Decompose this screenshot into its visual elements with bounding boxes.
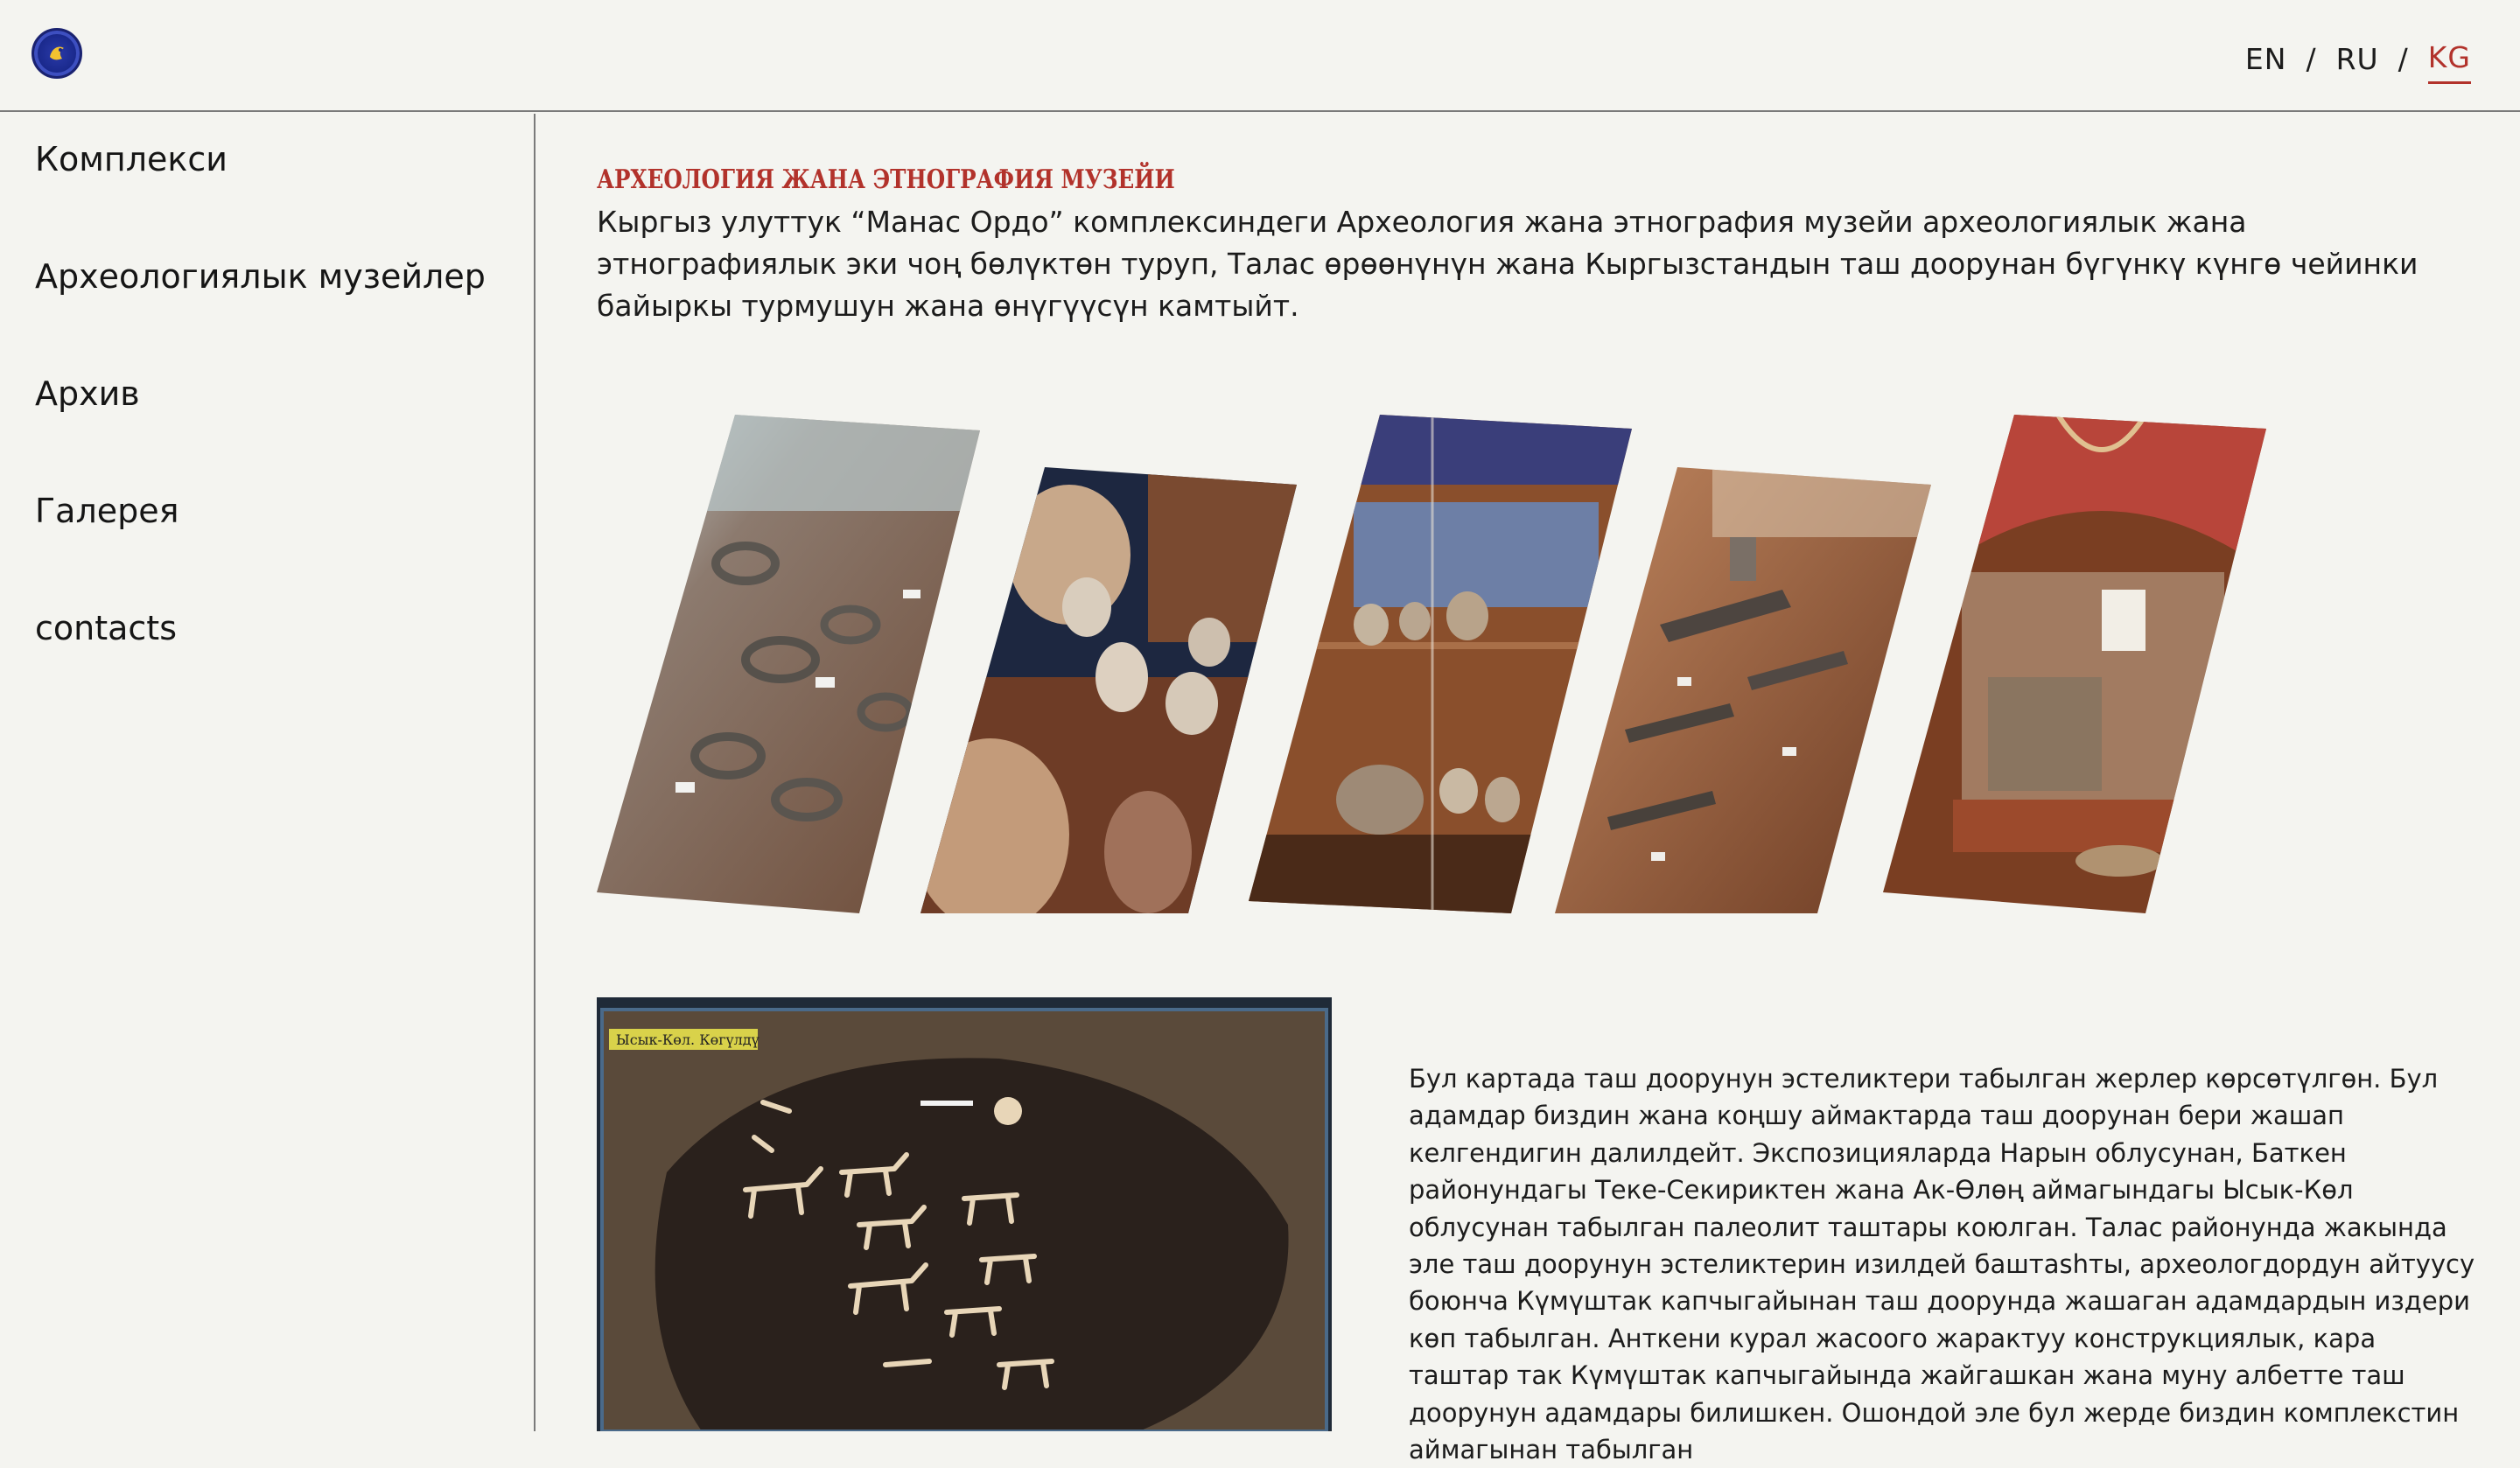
sidebar-item-archaeological-museums[interactable]: Археологиялык музейлер <box>35 257 486 296</box>
lang-kg[interactable]: KG <box>2427 40 2471 84</box>
sidebar: Комплекси Археологиялык музейлер Архив Г… <box>0 114 536 1431</box>
museum-logo[interactable] <box>32 28 82 79</box>
gallery-photo-yurt-interior[interactable] <box>1883 415 2268 913</box>
body-paragraph: Бул картада таш доорунун эстеликтери таб… <box>1409 1064 2475 1465</box>
map-image-caption: Ысык-Көл. Көгүлдү <box>616 1031 760 1048</box>
sidebar-item-contacts[interactable]: contacts <box>35 609 177 647</box>
lang-separator: / <box>2398 41 2409 76</box>
section-title: Археология жана этнография музейи <box>597 164 1175 195</box>
gallery-photo-pottery[interactable] <box>920 415 1306 913</box>
petroglyph-map-image[interactable]: Ысык-Көл. Көгүлдү <box>597 997 1332 1431</box>
sidebar-item-archive[interactable]: Архив <box>35 374 140 413</box>
language-switcher: EN / RU / KG <box>2245 33 2471 84</box>
header: EN / RU / KG <box>0 0 2520 112</box>
intro-paragraph: Кыргыз улуттук “Манас Ордо” комплексинде… <box>597 205 2418 323</box>
lang-ru[interactable]: RU <box>2336 42 2379 76</box>
sidebar-item-complexes[interactable]: Комплекси <box>35 140 228 178</box>
gallery-photo-tools[interactable] <box>1555 415 1940 913</box>
lang-en[interactable]: EN <box>2245 42 2287 76</box>
photo-gallery <box>597 415 2347 913</box>
sidebar-item-gallery[interactable]: Галерея <box>35 492 179 530</box>
lang-separator: / <box>2306 41 2317 76</box>
